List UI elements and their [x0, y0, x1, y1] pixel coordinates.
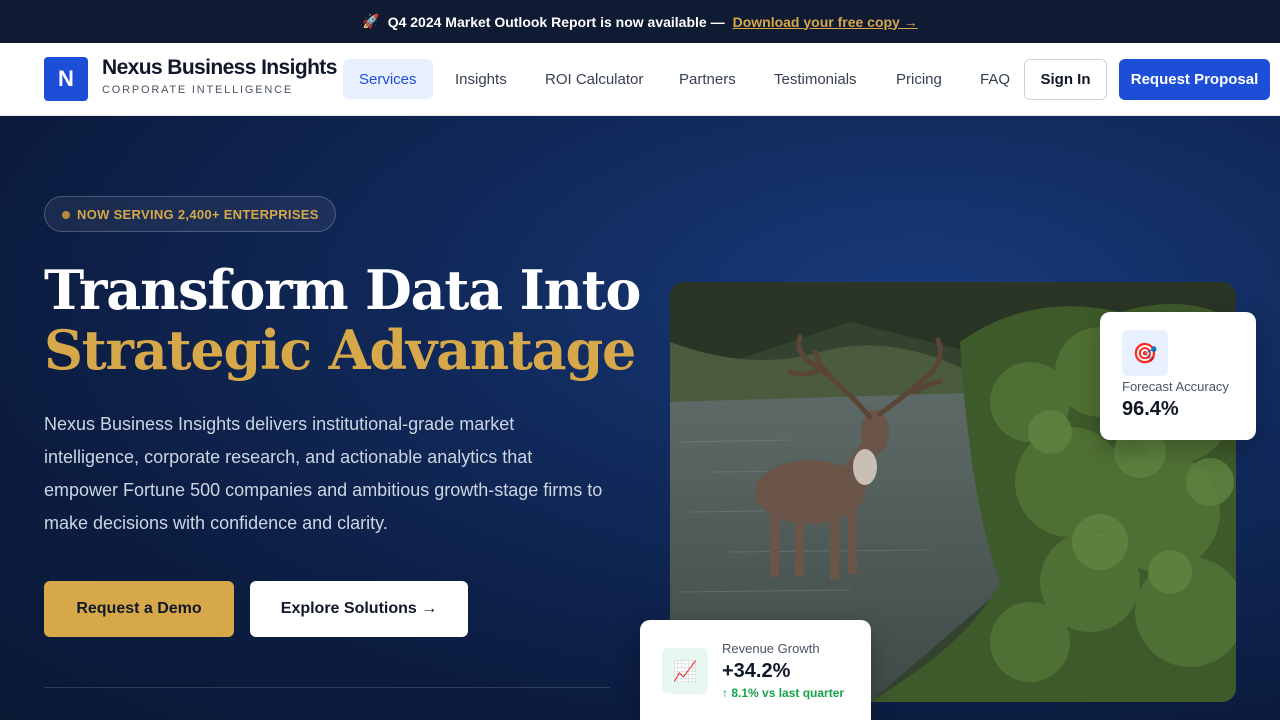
- revenue-delta: ↑ 8.1% vs last quarter: [722, 686, 845, 700]
- hero-description: Nexus Business Insights delivers institu…: [44, 414, 603, 533]
- forecast-label: Forecast Accuracy: [1122, 379, 1229, 394]
- revenue-growth-card: 📈 Revenue Growth +34.2% ↑ 8.1% vs last q…: [640, 620, 871, 720]
- announcement-text: Q4 2024 Market Outlook Report is now ava…: [387, 13, 725, 30]
- hero-title: Transform Data Into Strategic Advantage: [44, 258, 641, 382]
- brand-tagline: CORPORATE INTELLIGENCE: [102, 84, 293, 96]
- forecast-value: 96.4%: [1122, 398, 1179, 420]
- brand-name[interactable]: Nexus Business Insights: [102, 56, 337, 80]
- target-icon: 🎯: [1122, 330, 1168, 376]
- sign-in-button[interactable]: Sign In: [1024, 59, 1107, 100]
- download-report-link[interactable]: Download your free copy →: [733, 14, 918, 30]
- hero-title-line2: Strategic Advantage: [44, 318, 636, 382]
- hero-section: NOW SERVING 2,400+ ENTERPRISES Transform…: [0, 116, 1280, 720]
- forecast-accuracy-card: 🎯 Forecast Accuracy 96.4%: [1100, 312, 1256, 440]
- badge-text: NOW SERVING 2,400+ ENTERPRISES: [77, 206, 319, 222]
- nav-link-partners[interactable]: Partners: [679, 59, 736, 99]
- nav-link-insights[interactable]: Insights: [455, 59, 507, 99]
- request-proposal-button[interactable]: Request Proposal: [1119, 59, 1270, 100]
- revenue-label: Revenue Growth: [722, 641, 820, 656]
- request-demo-button[interactable]: Request a Demo: [44, 581, 234, 637]
- nav-link-pricing[interactable]: Pricing: [896, 59, 942, 99]
- badge-dot-icon: [62, 211, 70, 219]
- revenue-value: +34.2%: [722, 660, 791, 682]
- hero-divider: [44, 687, 610, 688]
- chart-up-icon: 📈: [662, 648, 708, 694]
- hero-title-line1: Transform Data Into: [44, 258, 641, 322]
- announcement-bar: 🚀 Q4 2024 Market Outlook Report is now a…: [0, 0, 1280, 43]
- nav-link-roi-calculator[interactable]: ROI Calculator: [545, 59, 643, 99]
- nav-link-faq[interactable]: FAQ: [980, 59, 1010, 99]
- rocket-icon: 🚀: [362, 13, 380, 29]
- nav-link-services[interactable]: Services: [343, 59, 433, 99]
- top-navigation: N Nexus Business Insights CORPORATE INTE…: [0, 43, 1280, 116]
- brand-logo[interactable]: N: [44, 57, 88, 101]
- explore-solutions-button[interactable]: Explore Solutions →: [250, 581, 468, 637]
- status-badge: NOW SERVING 2,400+ ENTERPRISES: [44, 196, 336, 232]
- nav-link-testimonials[interactable]: Testimonials: [774, 59, 857, 99]
